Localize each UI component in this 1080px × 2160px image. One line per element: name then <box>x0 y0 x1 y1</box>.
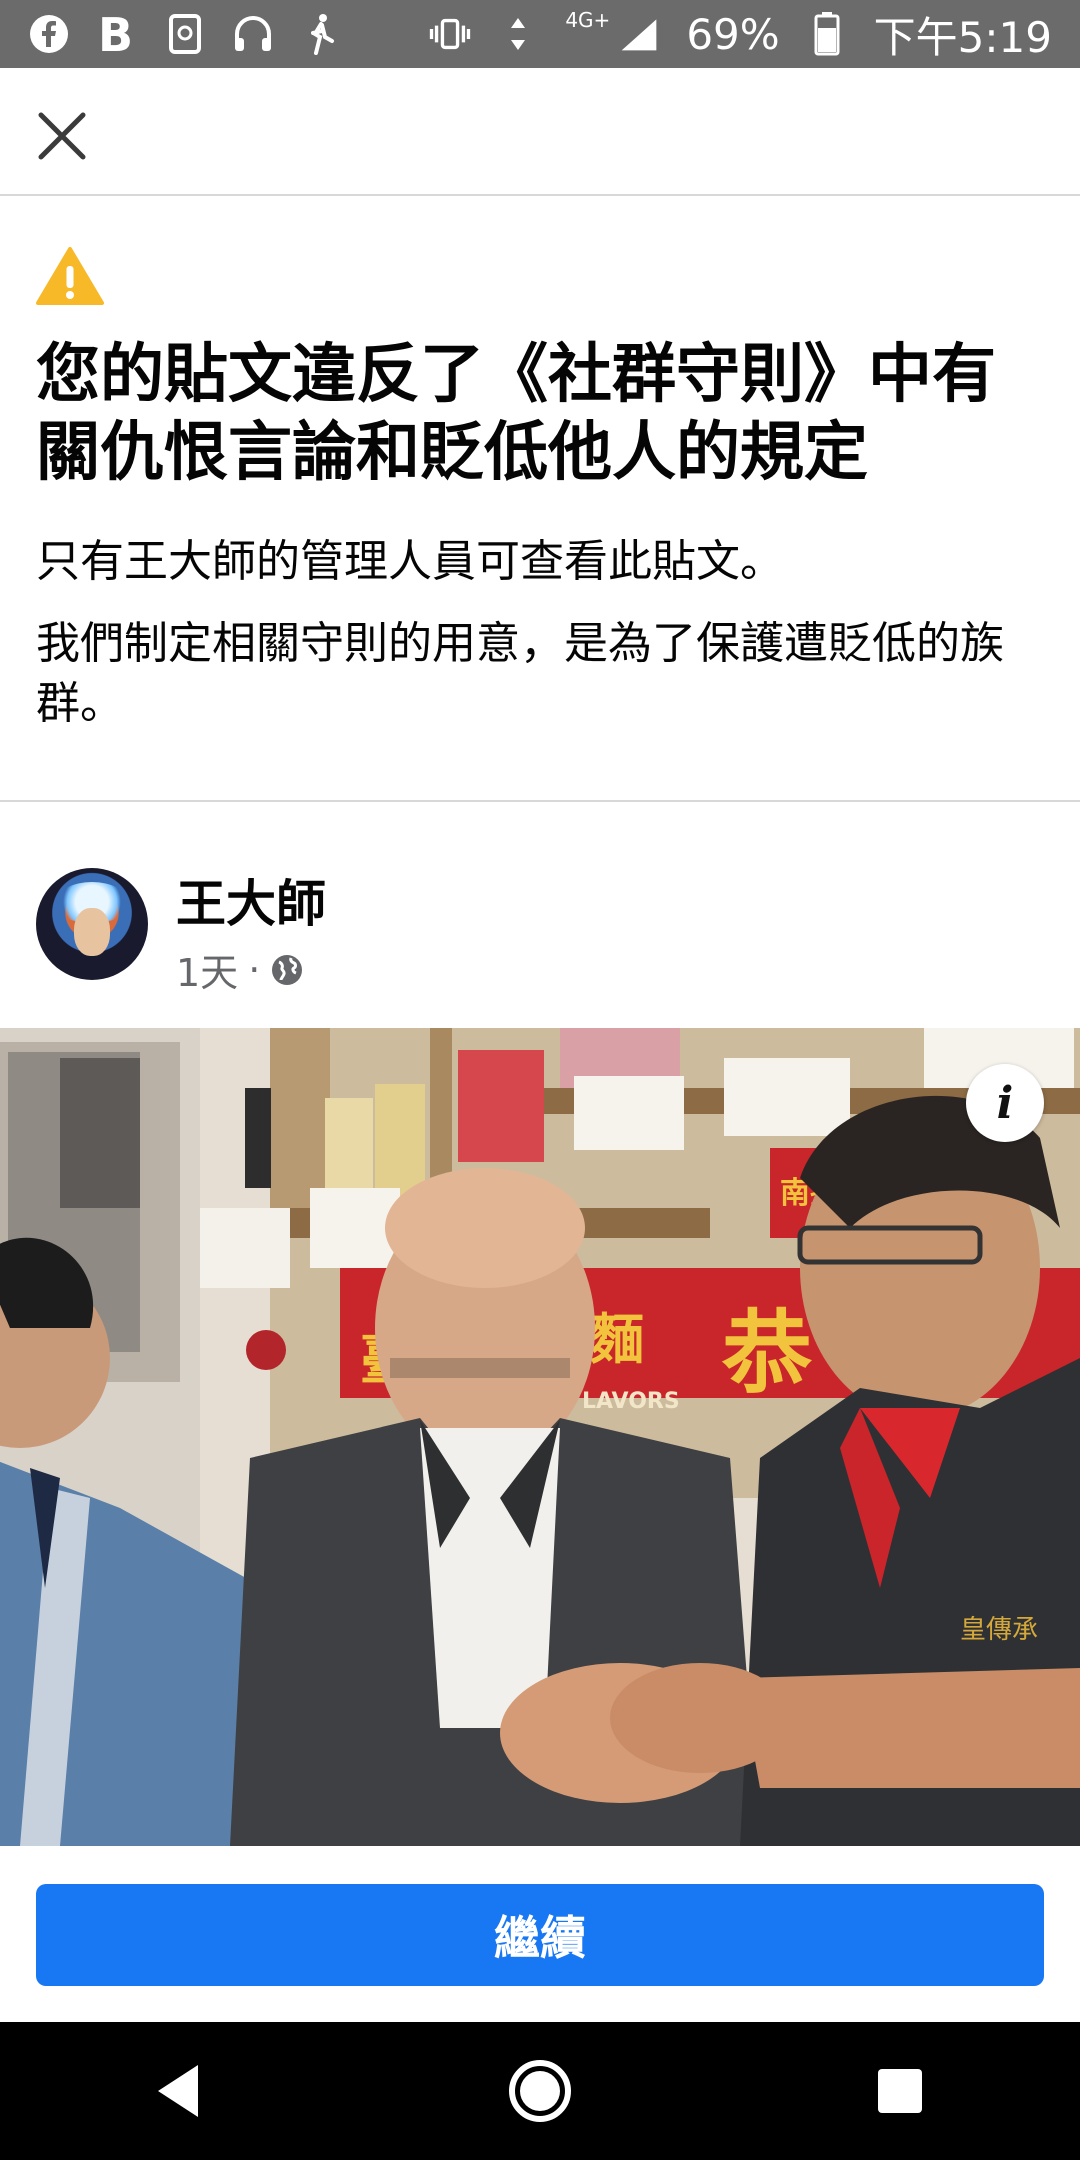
signal-icon <box>618 13 660 55</box>
vibrate-icon <box>429 13 471 55</box>
continue-button[interactable]: 繼續 <box>36 1884 1044 1986</box>
back-button[interactable] <box>130 2041 230 2141</box>
avatar[interactable] <box>36 868 148 980</box>
author-name[interactable]: 王大師 <box>176 864 326 936</box>
info-button[interactable]: i <box>966 1064 1044 1142</box>
violation-title: 您的貼文違反了《社群守則》中有關仇恨言論和貶低他人的規定 <box>36 338 996 490</box>
close-icon <box>38 112 86 160</box>
post-header: 王大師 1天 · <box>0 802 1080 1028</box>
back-icon <box>158 2065 198 2117</box>
shirt-logo: 皇傳承 <box>960 1615 1038 1645</box>
top-bar <box>0 68 1080 196</box>
status-right: 4G+ 69% 下午5:19 <box>429 4 1052 65</box>
battery-percent: 69% <box>686 9 780 59</box>
violation-notice: 您的貼文違反了《社群守則》中有關仇恨言論和貶低他人的規定 只有王大師的管理人員可… <box>0 196 1080 802</box>
data-arrows-icon <box>497 13 539 55</box>
screenshot-icon <box>164 13 206 55</box>
recents-icon <box>878 2069 922 2113</box>
battery-icon <box>806 12 848 56</box>
photo-scene: 臺 麵 恭 LAVORS 南投 皇傳承 <box>0 1028 1080 1846</box>
action-area: 繼續 <box>0 1846 1080 2022</box>
system-nav-bar <box>0 2022 1080 2160</box>
close-button[interactable] <box>30 104 94 168</box>
post-meta: 1天 · <box>176 942 304 997</box>
home-button[interactable] <box>490 2041 590 2141</box>
network-type: 4G+ <box>565 8 611 32</box>
status-left: B <box>28 13 342 55</box>
banner-flavors: LAVORS <box>582 1389 680 1414</box>
svg-text:B: B <box>98 13 133 55</box>
clock: 下午5:19 <box>873 12 1052 62</box>
headphones-icon <box>232 13 274 55</box>
banner-char-2: 麵 <box>590 1308 644 1371</box>
post-time[interactable]: 1天 <box>176 942 238 997</box>
banner-char-3: 恭 <box>721 1301 812 1406</box>
globe-icon <box>272 954 303 985</box>
post-photo[interactable]: 臺 麵 恭 LAVORS 南投 皇傳承 i <box>0 1028 1080 1846</box>
home-icon <box>509 2060 571 2122</box>
status-bar: B 4G+ 69% 下午5:19 <box>0 0 1080 68</box>
walking-icon <box>300 13 342 55</box>
blogger-icon: B <box>96 13 138 55</box>
policy-description: 我們制定相關守則的用意，是為了保護遭貶低的族群。 <box>36 618 1004 729</box>
recents-button[interactable] <box>850 2041 950 2141</box>
warning-icon <box>36 247 104 305</box>
avatar-face <box>74 908 110 956</box>
visibility-text: 只有王大師的管理人員可查看此貼文。 <box>36 536 784 587</box>
meta-separator: · <box>248 947 261 992</box>
facebook-icon <box>28 13 70 55</box>
